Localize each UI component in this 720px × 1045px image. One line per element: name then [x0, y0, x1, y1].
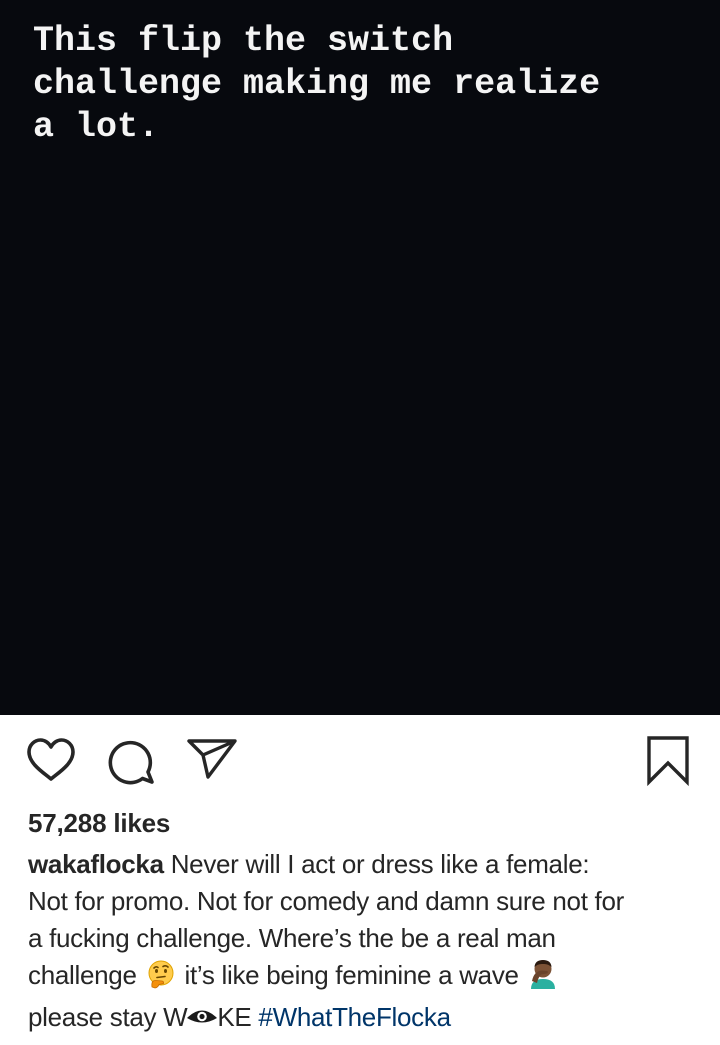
speech-bubble-icon: [108, 740, 154, 785]
caption-text-line-2: Not for promo. Not for comedy and damn s…: [28, 886, 624, 916]
eye-icon: [186, 1000, 218, 1037]
caption-username-link[interactable]: wakaflocka: [28, 849, 164, 879]
post-image[interactable]: This flip the switch challenge making me…: [0, 0, 720, 715]
caption-text-line-4b: it’s like being feminine a wave: [184, 960, 519, 990]
post-action-bar: [0, 715, 720, 805]
caption-hashtag-link[interactable]: #WhatTheFlocka: [258, 1002, 451, 1032]
heart-outline-icon: [27, 738, 75, 781]
caption-text-line-4a: challenge: [28, 960, 137, 990]
caption-text-line-5b: KE: [217, 1002, 252, 1032]
caption-text-line-5a: please stay W: [28, 1002, 188, 1032]
post-image-text: This flip the switch challenge making me…: [33, 21, 601, 147]
comment-button[interactable]: [108, 738, 156, 786]
share-button[interactable]: [186, 738, 238, 780]
paper-plane-icon: [187, 739, 237, 779]
caption-text-line-3: a fucking challenge. Where’s the be a re…: [28, 923, 556, 953]
bookmark-outline-icon: [647, 736, 689, 787]
thinking-face-emoji: [146, 959, 176, 999]
likes-count[interactable]: 57,288 likes: [28, 806, 170, 840]
caption-text-line-1: Never will I act or dress like a female:: [170, 849, 590, 879]
save-button[interactable]: [646, 735, 690, 787]
post-caption: wakaflocka Never will I act or dress lik…: [28, 846, 704, 1037]
like-button[interactable]: [26, 737, 76, 783]
man-facepalming-emoji: [528, 957, 558, 999]
